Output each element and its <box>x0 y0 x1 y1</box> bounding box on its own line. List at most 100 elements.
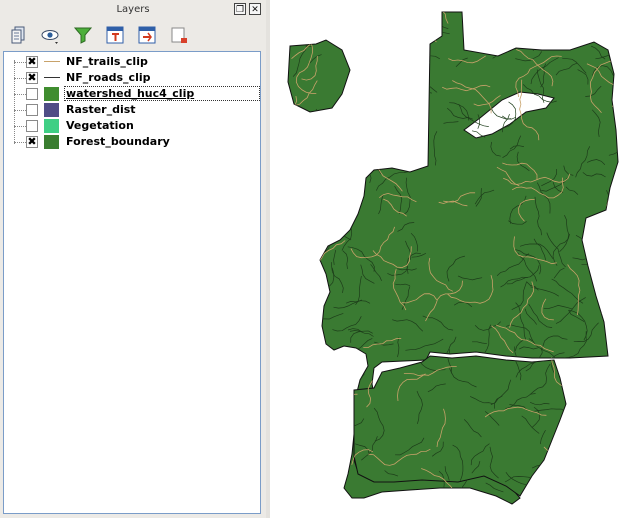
road-line <box>279 470 280 490</box>
road-line <box>437 0 447 12</box>
layer-row[interactable]: Raster_dist <box>4 102 260 118</box>
road-line <box>288 300 291 325</box>
road-line <box>311 199 340 223</box>
road-line <box>297 247 320 261</box>
road-line <box>288 115 310 125</box>
visibility-eye-icon[interactable] <box>40 24 62 46</box>
fill-symbol-icon <box>44 103 59 117</box>
layers-toolbar <box>0 20 266 50</box>
layer-visibility-checkbox[interactable] <box>26 104 38 116</box>
road-line <box>302 22 307 48</box>
fill-symbol-icon <box>44 119 59 133</box>
road-line <box>288 354 304 365</box>
road-line <box>373 12 394 16</box>
layer-row[interactable]: ✖ Forest_boundary <box>4 134 260 150</box>
layer-visibility-checkbox[interactable]: ✖ <box>26 56 38 68</box>
layer-row[interactable]: ✖ NF_trails_clip <box>4 54 260 70</box>
road-line <box>366 68 372 103</box>
road-line <box>300 181 335 188</box>
map-canvas[interactable] <box>270 0 640 518</box>
road-line <box>568 12 577 29</box>
trail-line <box>617 387 618 408</box>
road-line <box>417 52 424 67</box>
road-line <box>406 489 418 504</box>
road-line <box>434 506 440 518</box>
remove-layer-icon[interactable] <box>168 24 190 46</box>
road-line <box>536 12 567 18</box>
road-line <box>306 108 321 142</box>
panel-title: Layers <box>116 4 150 15</box>
float-panel-button[interactable]: ❐ <box>234 3 246 15</box>
fill-symbol-icon <box>44 135 59 149</box>
road-line <box>336 193 354 204</box>
road-line <box>354 12 378 35</box>
trail-line <box>288 367 308 404</box>
road-line <box>288 374 313 406</box>
road-line <box>553 498 576 504</box>
layer-name: Forest_boundary <box>66 135 170 148</box>
road-line <box>596 238 617 242</box>
road-line <box>292 250 321 266</box>
road-line <box>578 402 608 411</box>
layer-visibility-checkbox[interactable] <box>26 88 38 100</box>
line-symbol-icon <box>44 77 60 78</box>
road-line <box>355 114 377 135</box>
trail-line <box>598 239 607 269</box>
add-group-icon[interactable] <box>8 24 30 46</box>
trail-line <box>345 13 376 29</box>
tree-connector <box>14 94 26 95</box>
road-line <box>580 441 607 463</box>
road-line <box>402 132 412 162</box>
road-line <box>278 388 285 416</box>
panel-titlebar[interactable]: Layers ❐ ✕ <box>0 0 266 20</box>
tree-connector <box>14 126 26 127</box>
trail-line <box>610 398 618 421</box>
road-line <box>300 21 313 30</box>
layer-visibility-checkbox[interactable]: ✖ <box>26 136 38 148</box>
tree-connector <box>14 62 26 63</box>
tree-connector <box>14 110 26 111</box>
road-line <box>320 152 335 177</box>
road-line <box>340 160 364 169</box>
road-line <box>613 502 618 504</box>
road-line <box>376 105 408 121</box>
road-line <box>344 369 347 385</box>
road-line <box>354 46 379 53</box>
road-line <box>288 154 292 177</box>
layer-row[interactable]: Vegetation <box>4 118 260 134</box>
layer-row[interactable]: ✖ NF_roads_clip <box>4 70 260 86</box>
trail-line <box>413 122 424 150</box>
road-line <box>605 501 612 504</box>
collapse-all-icon[interactable] <box>136 24 158 46</box>
map-svg <box>276 0 619 518</box>
road-line <box>276 19 285 42</box>
expand-all-icon[interactable] <box>104 24 126 46</box>
road-line <box>305 395 337 411</box>
road-line <box>371 85 388 114</box>
layer-visibility-checkbox[interactable] <box>26 120 38 132</box>
road-line <box>306 213 316 226</box>
road-line <box>341 99 349 132</box>
layer-row[interactable]: watershed_huc4_clip <box>4 86 260 102</box>
trail-line <box>506 12 529 20</box>
layers-panel: Layers ❐ ✕ ✖ NF_trails_clip ✖ NF_roads_clip… <box>0 0 267 518</box>
layer-visibility-checkbox[interactable]: ✖ <box>26 72 38 84</box>
filter-legend-icon[interactable] <box>72 24 94 46</box>
layer-name: Raster_dist <box>66 103 136 116</box>
road-line <box>509 13 521 31</box>
road-line <box>606 190 618 222</box>
line-symbol-icon <box>44 61 60 62</box>
road-line <box>574 394 599 421</box>
fill-symbol-icon <box>44 87 59 101</box>
road-line <box>608 225 614 264</box>
road-line <box>605 452 615 490</box>
road-line <box>347 135 386 148</box>
road-line <box>382 125 386 155</box>
road-line <box>288 460 321 467</box>
road-line <box>289 298 309 322</box>
trail-line <box>409 22 437 43</box>
road-line <box>556 434 578 454</box>
road-line <box>558 478 596 491</box>
road-line <box>612 365 618 378</box>
close-panel-button[interactable]: ✕ <box>249 3 261 15</box>
